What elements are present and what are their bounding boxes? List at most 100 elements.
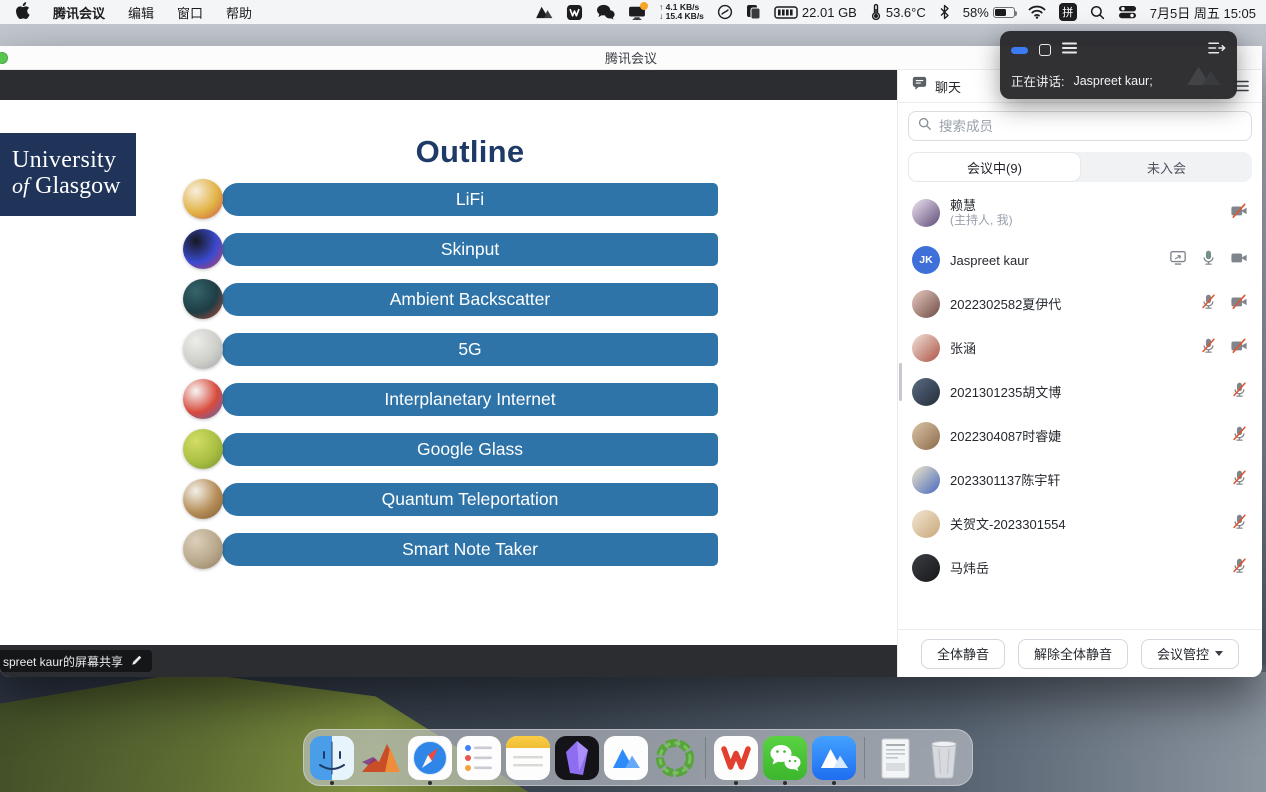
mic-off-icon[interactable]	[1200, 337, 1217, 359]
member-list: 赖慧(主持人, 我)JKJaspreet kaur2022302582夏伊代张涵…	[898, 182, 1262, 629]
dock-item-reminders[interactable]	[457, 736, 501, 780]
running-indicator-dot	[832, 781, 836, 785]
menu-help[interactable]: 帮助	[226, 3, 252, 22]
avatar	[912, 334, 940, 362]
menu-app-name[interactable]: 腾讯会议	[53, 3, 105, 22]
wifi-icon[interactable]	[1028, 5, 1046, 19]
bluetooth-icon[interactable]	[939, 4, 950, 20]
window-mode-icon[interactable]	[1039, 44, 1051, 56]
avatar	[912, 290, 940, 318]
minimize-icon[interactable]	[1011, 47, 1028, 54]
slide-outline-item: Smart Note Taker	[222, 533, 718, 566]
member-row[interactable]: 2021301235胡文博	[898, 370, 1262, 414]
search-icon	[918, 117, 932, 136]
dock-item-safari[interactable]	[408, 736, 452, 780]
mic-off-icon[interactable]	[1231, 381, 1248, 403]
dock-separator	[705, 737, 706, 779]
member-list-scrollbar[interactable]	[899, 363, 902, 401]
dock-item-voov-meeting[interactable]	[812, 736, 856, 780]
clipboard-status-icon[interactable]	[746, 4, 761, 20]
dock-item-documents[interactable]	[873, 736, 917, 780]
button-label: 解除全体静音	[1034, 644, 1112, 663]
dock-item-green-ring[interactable]	[653, 736, 697, 780]
speaker-name: Jaspreet kaur;	[1073, 74, 1152, 88]
camera-off-icon[interactable]	[1230, 202, 1248, 224]
unmute-all-button[interactable]: 解除全体静音	[1018, 639, 1128, 669]
member-row[interactable]: 2022302582夏伊代	[898, 282, 1262, 326]
button-label: 全体静音	[937, 644, 989, 663]
running-indicator-dot	[783, 781, 787, 785]
member-row[interactable]: 2022304087时睿婕	[898, 414, 1262, 458]
dock-item-obsidian[interactable]	[555, 736, 599, 780]
member-name: 关贺文-2023301554	[950, 517, 1066, 532]
mic-off-icon[interactable]	[1231, 557, 1248, 579]
google-glass-thumbnail	[183, 429, 223, 469]
memory-usage[interactable]: 22.01 GB	[774, 5, 857, 20]
screen-share-badge: spreet kaur的屏幕共享	[0, 650, 152, 672]
collapse-right-icon[interactable]	[1208, 41, 1226, 60]
display-share-status-icon[interactable]	[628, 5, 646, 20]
avatar	[912, 510, 940, 538]
slide-outline-list: LiFiSkinputAmbient Backscatter5GInterpla…	[222, 183, 718, 583]
member-row[interactable]: 赖慧(主持人, 我)	[898, 188, 1262, 238]
dock-separator	[864, 737, 865, 779]
assistive-circle-status-icon[interactable]	[717, 4, 733, 20]
menu-edit[interactable]: 编辑	[128, 3, 154, 22]
member-row[interactable]: 张涵	[898, 326, 1262, 370]
dock-item-wechat[interactable]	[763, 736, 807, 780]
avatar: JK	[912, 246, 940, 274]
tencent-meeting-status-icon[interactable]	[535, 5, 553, 19]
share-bottom-bar: spreet kaur的屏幕共享	[0, 645, 897, 677]
battery-status[interactable]: 58%	[963, 5, 1015, 20]
meeting-control-button[interactable]: 会议管控	[1141, 639, 1239, 669]
mic-off-icon[interactable]	[1200, 293, 1217, 315]
dock-item-finder[interactable]	[310, 736, 354, 780]
member-row[interactable]: 关贺文-2023301554	[898, 502, 1262, 546]
dock-item-matlab[interactable]	[359, 736, 403, 780]
input-method-badge[interactable]: 拼	[1059, 3, 1077, 21]
traffic-light-green[interactable]	[0, 52, 8, 64]
tab-in-meeting[interactable]: 会议中(9)	[908, 152, 1081, 182]
wps-status-icon[interactable]	[566, 4, 583, 21]
temperature-status[interactable]: 53.6°C	[870, 4, 926, 20]
screen-share-icon[interactable]	[1169, 249, 1187, 271]
mic-off-icon[interactable]	[1231, 513, 1248, 535]
caret-down-icon	[1215, 651, 1223, 656]
mic-off-icon[interactable]	[1231, 425, 1248, 447]
dock-item-notes[interactable]	[506, 736, 550, 780]
edit-pencil-icon[interactable]	[131, 654, 143, 669]
mic-off-icon[interactable]	[1231, 469, 1248, 491]
quantum-teleportation-thumbnail	[183, 479, 223, 519]
mute-all-button[interactable]: 全体静音	[921, 639, 1005, 669]
member-row[interactable]: 马炜岳	[898, 546, 1262, 590]
member-row[interactable]: 2023301137陈宇轩	[898, 458, 1262, 502]
screen-share-badge-label: spreet kaur的屏幕共享	[3, 653, 123, 670]
spotlight-icon[interactable]	[1090, 5, 1105, 20]
share-top-bar	[0, 70, 897, 100]
dock-item-trash[interactable]	[922, 736, 966, 780]
mic-on-icon[interactable]	[1200, 249, 1217, 271]
menu-window[interactable]: 窗口	[177, 3, 203, 22]
smart-note-taker-thumbnail	[183, 529, 223, 569]
slide-outline-item: 5G	[222, 333, 718, 366]
list-view-icon[interactable]	[1062, 41, 1077, 59]
tab-not-joined[interactable]: 未入会	[1081, 152, 1252, 182]
member-row[interactable]: JKJaspreet kaur	[898, 238, 1262, 282]
camera-off-icon[interactable]	[1230, 337, 1248, 359]
camera-off-icon[interactable]	[1230, 293, 1248, 315]
dock-item-wps[interactable]	[714, 736, 758, 780]
menu-bar-clock[interactable]: 7月5日 周五 15:05	[1150, 3, 1256, 22]
slide-outline-item: LiFi	[222, 183, 718, 216]
member-search-input[interactable]	[939, 119, 1242, 134]
slide-outline-item: Skinput	[222, 233, 718, 266]
control-center-icon[interactable]	[1118, 5, 1137, 19]
wechat-status-icon[interactable]	[596, 4, 615, 20]
notification-badge	[640, 2, 648, 10]
member-search[interactable]	[908, 111, 1252, 141]
network-speed-indicator[interactable]: ↑ 4.1 KB/s ↓ 15.4 KB/s	[659, 3, 704, 22]
apple-menu-icon[interactable]	[16, 2, 30, 22]
avatar	[912, 466, 940, 494]
dock-item-tencent-meeting-light[interactable]	[604, 736, 648, 780]
camera-on-icon[interactable]	[1230, 249, 1248, 271]
menu-bar: 腾讯会议 编辑 窗口 帮助 ↑ 4.1 KB/s ↓ 15.4 KB/s	[0, 0, 1266, 24]
